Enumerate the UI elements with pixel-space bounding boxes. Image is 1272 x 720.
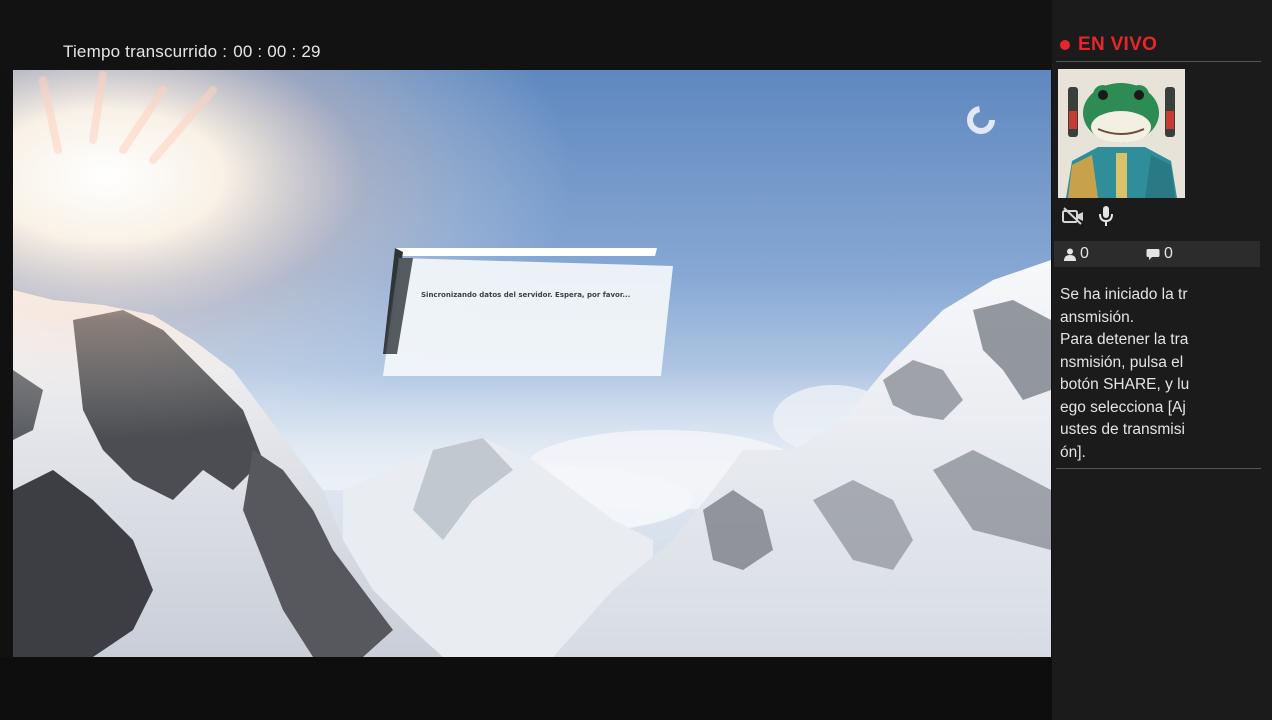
comment-count-value: 0 bbox=[1164, 245, 1173, 262]
elapsed-time-label: Tiempo transcurrido : bbox=[63, 42, 228, 61]
bottom-bar bbox=[0, 657, 1052, 720]
comment-count: 0 bbox=[1146, 245, 1173, 263]
avatar bbox=[1058, 69, 1185, 198]
elapsed-time-value: 00 : 00 : 29 bbox=[233, 42, 321, 61]
sync-dialog bbox=[383, 248, 673, 376]
camera-off-icon bbox=[1062, 207, 1083, 225]
person-icon bbox=[1064, 248, 1076, 261]
microphone-icon bbox=[1099, 206, 1113, 226]
message-line: Para detener la tra bbox=[1060, 331, 1189, 348]
divider bbox=[1056, 61, 1261, 62]
game-screen: Sincronizando datos del servidor. Espera… bbox=[13, 70, 1051, 657]
broadcast-message: Se ha iniciado la tr ansmisión. Para det… bbox=[1060, 284, 1210, 464]
viewer-count: 0 bbox=[1064, 245, 1089, 263]
message-line: ón]. bbox=[1060, 443, 1086, 461]
live-dot-icon bbox=[1060, 40, 1070, 50]
elapsed-time: Tiempo transcurrido : 00 : 00 : 29 bbox=[63, 42, 321, 62]
divider bbox=[1056, 468, 1261, 469]
broadcast-panel: EN VIVO 0 0 Se ha iniciado la tr ansmisi… bbox=[1052, 0, 1272, 720]
message-line: botón SHARE, y lu bbox=[1060, 376, 1190, 393]
viewer-count-value: 0 bbox=[1080, 245, 1089, 262]
stats-bar: 0 0 bbox=[1054, 241, 1260, 267]
message-line: ansmisión. bbox=[1060, 308, 1135, 326]
message-line: ego selecciona [Aj bbox=[1060, 398, 1186, 416]
top-bar: Tiempo transcurrido : 00 : 00 : 29 bbox=[0, 0, 1052, 70]
loading-spinner-icon bbox=[967, 106, 995, 134]
message-line: Se ha iniciado la tr bbox=[1060, 286, 1188, 303]
speech-bubble-icon bbox=[1146, 248, 1160, 260]
live-indicator: EN VIVO bbox=[1060, 34, 1157, 56]
message-line: nsmisión, pulsa el bbox=[1060, 353, 1184, 371]
live-label: EN VIVO bbox=[1078, 34, 1158, 55]
sync-dialog-message: Sincronizando datos del servidor. Espera… bbox=[421, 291, 631, 299]
message-line: ustes de transmisi bbox=[1060, 421, 1185, 438]
